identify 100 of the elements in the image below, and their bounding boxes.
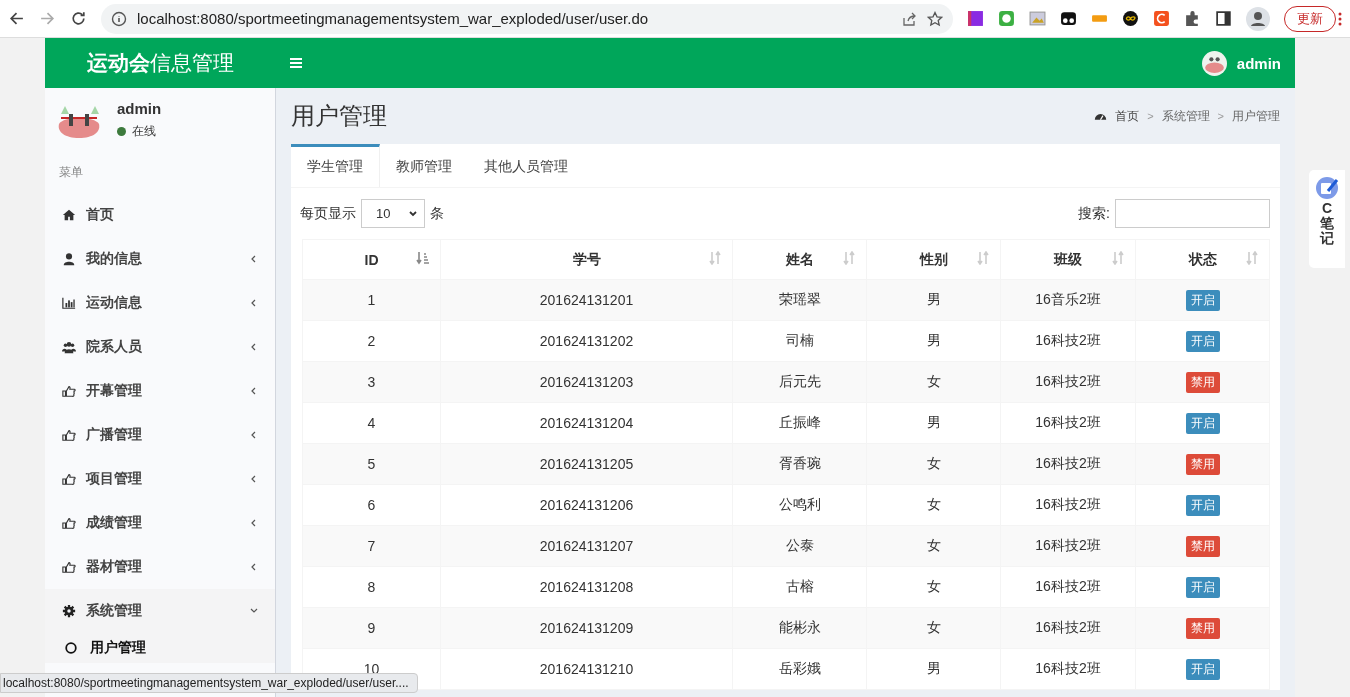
menu-item[interactable]: 项目管理 [45,457,275,501]
table-cell: 16科技2班 [1000,402,1136,444]
user-icon [62,252,76,266]
search-field[interactable] [1115,199,1270,228]
share-icon[interactable] [901,10,917,27]
menu-item[interactable]: 成绩管理 [45,501,275,545]
c-extension-icon[interactable] [1153,10,1170,27]
table-cell: 16科技2班 [1000,484,1136,526]
column-header[interactable]: 班级 [1000,239,1136,280]
table-cell: 后元先 [732,361,867,403]
table-cell: 8 [302,566,441,608]
page-title: 用户管理 [291,101,388,131]
back-icon[interactable] [8,10,25,27]
column-header[interactable]: 状态 [1135,239,1270,280]
sidebar-username: admin [117,100,162,117]
table-cell: 16音乐2班 [1000,279,1136,321]
search-label: 搜索: [1078,204,1110,223]
table-cell: 16科技2班 [1000,607,1136,649]
menu-item[interactable]: 首页 [45,193,275,237]
status-label: 开启 [1185,330,1220,352]
table-cell: 16科技2班 [1000,361,1136,403]
table-cell: 古榕 [732,566,867,608]
table-cell: 201624131210 [440,648,733,690]
status-label: 禁用 [1185,535,1220,557]
side-panel-icon[interactable] [1215,10,1232,27]
address-bar[interactable]: localhost:8080/sportmeetingmanagementsystem_war_exploded/user/user.do [101,3,953,34]
table-cell: 女 [866,484,1001,526]
notes-widget[interactable]: C 笔记 [1309,170,1345,268]
table-cell: 1 [302,279,441,321]
menu-item[interactable]: 院系人员 [45,325,275,369]
eyes-extension-icon[interactable] [1060,10,1077,27]
chat-extension-icon[interactable] [998,10,1015,27]
table-cell: 2 [302,320,441,362]
menu-heading: 菜单 [58,164,84,181]
status-bar-url: localhost:8080/sportmeetingmanagementsystem_war_exploded/user/user.... [0,673,418,693]
menu-icon[interactable] [290,57,302,69]
star-icon[interactable] [927,10,943,27]
column-header[interactable]: 性别 [866,239,1001,280]
pointing-hand-icon [62,472,76,486]
status-label: 开启 [1185,576,1220,598]
table-cell: 16科技2班 [1000,443,1136,485]
table-cell: 201624131208 [440,566,733,608]
infinity-extension-icon[interactable] [1122,10,1139,27]
circle-icon [64,641,78,655]
table-cell: 岳彩娥 [732,648,867,690]
reload-icon[interactable] [70,10,87,27]
breadcrumb-link[interactable]: 系统管理 [1161,107,1210,125]
table-cell: 201624131204 [440,402,733,444]
update-button[interactable]: 更新 [1284,5,1336,32]
table-cell: 201624131205 [440,443,733,485]
table-cell: 16科技2班 [1000,320,1136,362]
menu-item[interactable]: 广播管理 [45,413,275,457]
table-cell: 201624131209 [440,607,733,649]
page-size-select[interactable]: 10 [361,199,425,228]
breadcrumb-link[interactable]: 首页 [1115,107,1140,125]
page-size-unit: 条 [430,204,444,223]
table-cell: 3 [302,361,441,403]
menu-item[interactable]: 开幕管理 [45,369,275,413]
table-cell: 男 [866,648,1001,690]
home-icon [62,208,76,222]
page-size-label: 每页显示 [300,204,356,223]
puzzle-icon[interactable] [1184,10,1201,27]
menu-item[interactable]: 运动信息 [45,281,275,325]
table-cell: 16科技2班 [1000,648,1136,690]
status-label: 禁用 [1185,617,1220,639]
table-cell: 201624131201 [440,279,733,321]
url-text: localhost:8080/sportmeetingmanagementsystem_war_exploded/user/user.do [137,10,649,27]
column-header[interactable]: ID [302,239,441,280]
pointing-hand-icon [62,516,76,530]
tab[interactable]: 其他人员管理 [468,144,584,187]
profile-icon[interactable] [1246,6,1270,31]
submenu-item[interactable]: 用户管理 [45,633,275,663]
status-label: 开启 [1185,412,1220,434]
menu-item[interactable]: 器材管理 [45,545,275,589]
menu-item[interactable]: 我的信息 [45,237,275,281]
pointing-hand-icon [62,560,76,574]
table-cell: 201624131203 [440,361,733,403]
table-cell: 男 [866,320,1001,362]
status-label: 禁用 [1185,453,1220,475]
menu-item[interactable]: 系统管理 [45,589,275,633]
status-text: 在线 [132,123,156,140]
table-cell: 女 [866,566,1001,608]
table-cell: 女 [866,525,1001,567]
table-cell: 公泰 [732,525,867,567]
avatar[interactable] [1201,50,1227,76]
column-header[interactable]: 学号 [440,239,733,280]
table-cell: 201624131207 [440,525,733,567]
note-feather-icon [1315,176,1339,200]
tab[interactable]: 学生管理 [291,144,380,187]
breadcrumb-separator: > [1217,110,1224,122]
breadcrumb-link[interactable]: 用户管理 [1232,107,1280,125]
table-cell: 5 [302,443,441,485]
extension-icon[interactable] [967,10,984,27]
table-cell: 司楠 [732,320,867,362]
column-header[interactable]: 姓名 [732,239,867,280]
table-cell: 9 [302,607,441,649]
more-icon[interactable] [1338,10,1342,27]
tab[interactable]: 教师管理 [380,144,468,187]
users-icon [62,340,76,354]
table-cell: 7 [302,525,441,567]
